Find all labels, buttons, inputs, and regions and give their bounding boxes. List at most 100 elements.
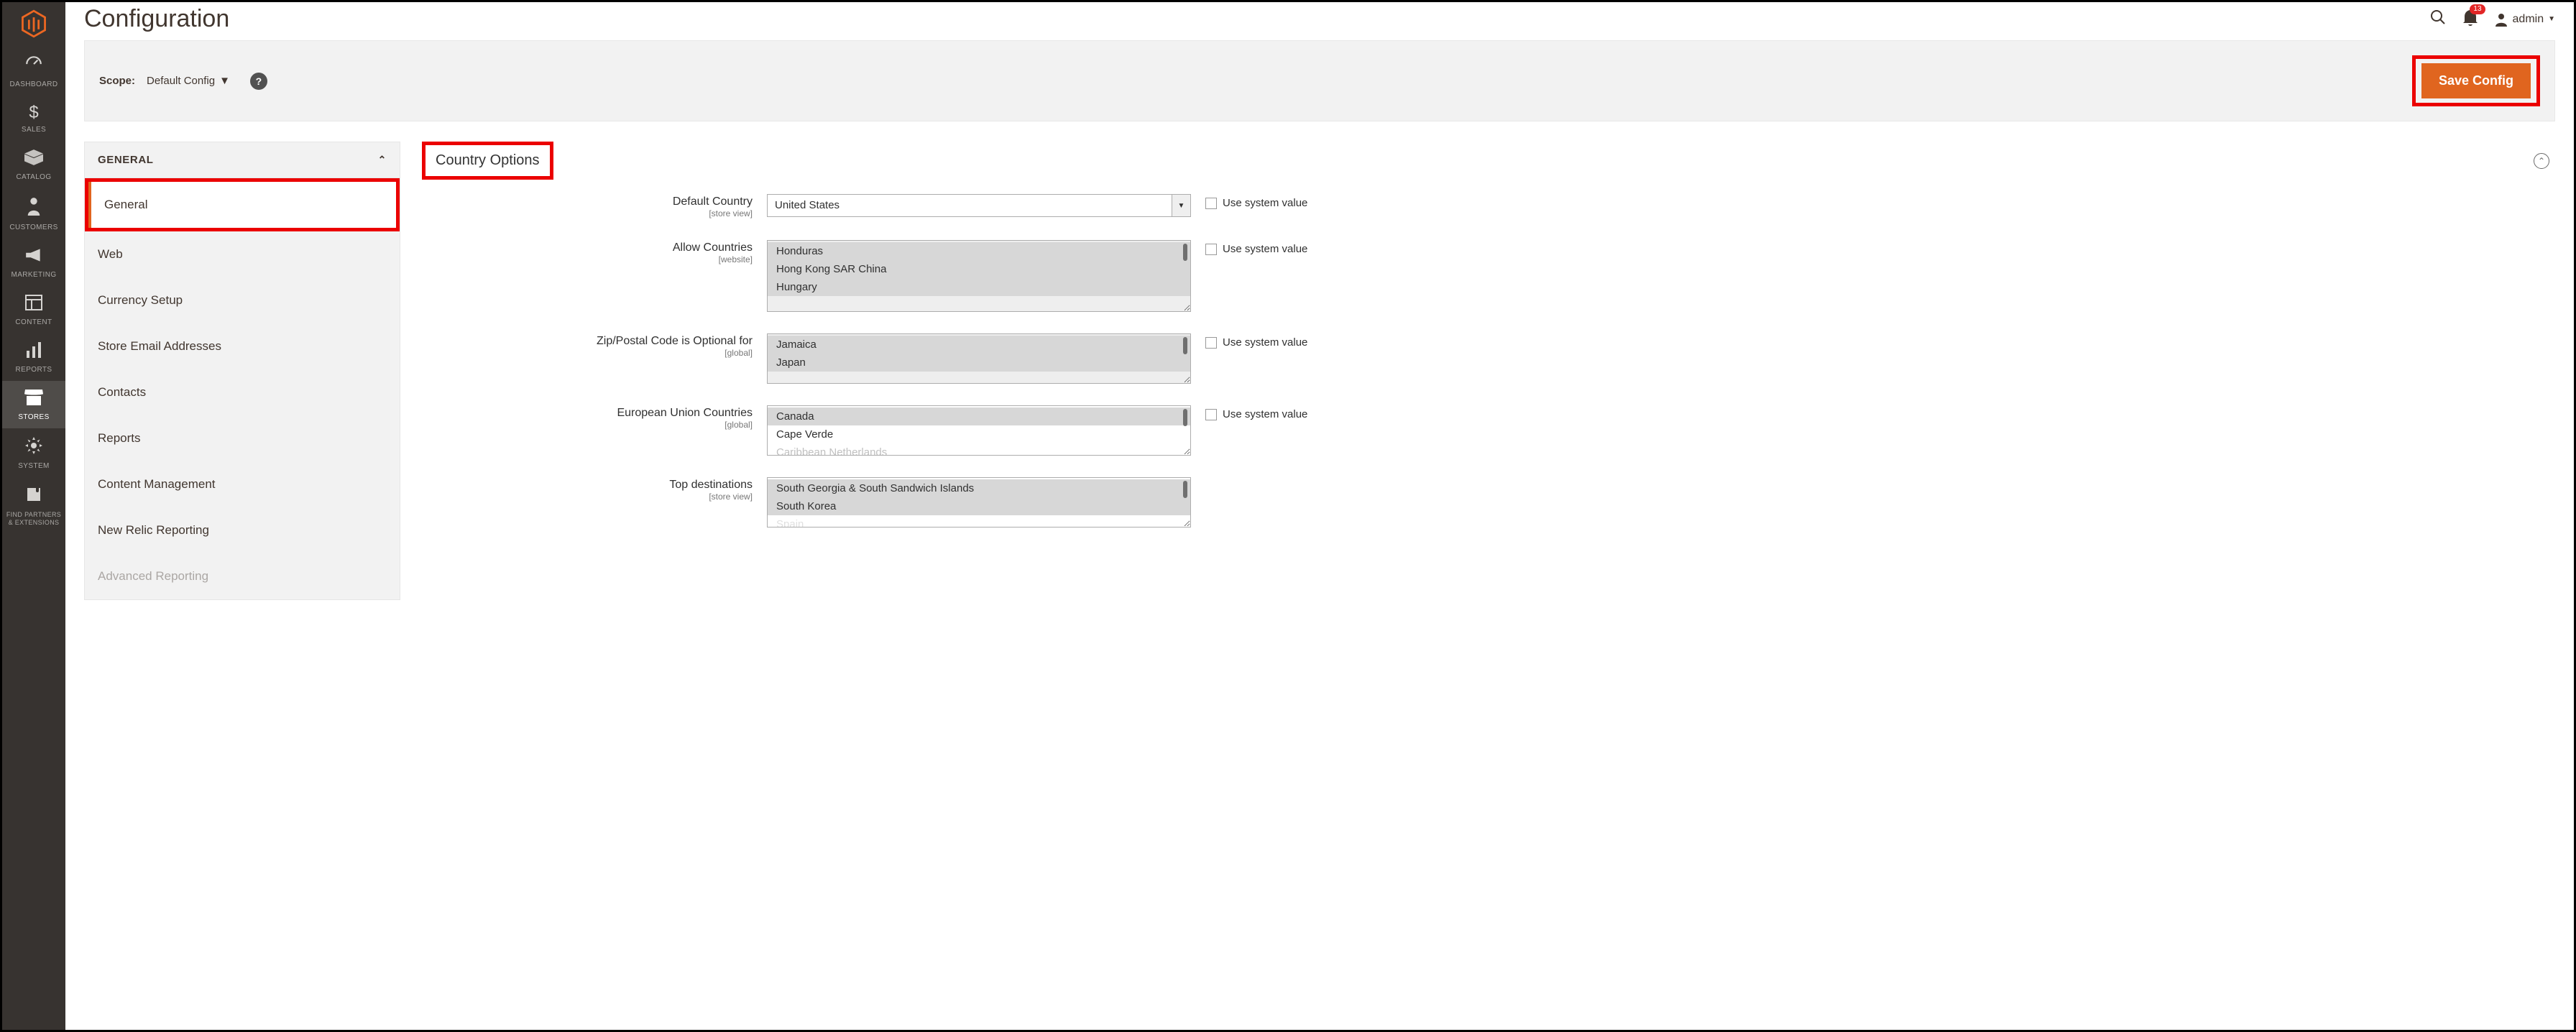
use-system-eu-countries[interactable]: Use system value	[1205, 405, 1349, 420]
allow-countries-multiselect[interactable]: Honduras Hong Kong SAR China Hungary	[767, 240, 1191, 312]
page-header: Configuration 13 admin ▼	[84, 2, 2555, 36]
scope-help-icon[interactable]: ?	[250, 73, 267, 90]
nav-marketing[interactable]: MARKETING	[2, 239, 65, 286]
use-system-allow-countries[interactable]: Use system value	[1205, 240, 1349, 255]
field-control: Jamaica Japan	[767, 333, 1191, 384]
use-system-default-country[interactable]: Use system value	[1205, 194, 1349, 209]
nav-content[interactable]: CONTENT	[2, 286, 65, 333]
checkbox-icon	[1205, 198, 1217, 209]
list-item[interactable]: South Georgia & South Sandwich Islands	[768, 479, 1190, 497]
use-system-label: Use system value	[1223, 197, 1307, 209]
collapse-button[interactable]: ⌃	[2534, 153, 2549, 169]
field-label: Default Country [store view]	[422, 194, 753, 218]
nav-system[interactable]: SYSTEM	[2, 428, 65, 477]
field-control: United States ▼	[767, 194, 1191, 217]
magento-logo-icon	[19, 9, 48, 38]
field-control: Honduras Hong Kong SAR China Hungary	[767, 240, 1191, 312]
user-icon	[2494, 12, 2508, 27]
nav-stores[interactable]: STORES	[2, 381, 65, 428]
eu-countries-multiselect[interactable]: Canada Cape Verde Caribbean Netherlands	[767, 405, 1191, 456]
nav-label-customers: CUSTOMERS	[9, 224, 58, 231]
section-general-highlight: General	[85, 178, 400, 231]
search-icon	[2429, 9, 2447, 26]
fieldset-body: Default Country [store view] United Stat…	[422, 194, 2549, 527]
field-label: Allow Countries [website]	[422, 240, 753, 264]
field-label: Zip/Postal Code is Optional for [global]	[422, 333, 753, 358]
list-item[interactable]: Honduras	[768, 242, 1190, 260]
list-item[interactable]: Japan	[768, 354, 1190, 372]
list-item[interactable]: Spain	[768, 515, 1190, 527]
section-item-web[interactable]: Web	[85, 231, 400, 277]
user-menu[interactable]: admin ▼	[2494, 12, 2555, 27]
nav-reports[interactable]: REPORTS	[2, 333, 65, 381]
nav-label-stores: STORES	[18, 413, 49, 421]
list-item[interactable]: Caribbean Netherlands	[768, 443, 1190, 456]
chevron-up-icon: ⌃	[378, 154, 387, 166]
notifications-button[interactable]: 13	[2462, 9, 2478, 30]
section-item-advanced-reporting[interactable]: Advanced Reporting	[85, 553, 400, 599]
scope-select[interactable]: Default Config ▼	[147, 75, 230, 87]
notif-badge: 13	[2470, 4, 2485, 14]
list-item[interactable]: Canada	[768, 407, 1190, 425]
user-name: admin	[2513, 13, 2544, 26]
section-item-contacts[interactable]: Contacts	[85, 369, 400, 415]
nav-customers[interactable]: CUSTOMERS	[2, 188, 65, 239]
nav-label-dashboard: DASHBOARD	[10, 80, 58, 88]
field-label-text: Allow Countries	[422, 241, 753, 254]
scope-value: Default Config	[147, 75, 215, 87]
list-item[interactable]: Hungary	[768, 278, 1190, 296]
use-system-zip-optional[interactable]: Use system value	[1205, 333, 1349, 349]
nav-sales[interactable]: $ SALES	[2, 96, 65, 141]
page-title: Configuration	[84, 5, 229, 33]
section-item-general[interactable]: General	[88, 182, 396, 228]
section-item-currency[interactable]: Currency Setup	[85, 277, 400, 323]
section-group-general[interactable]: GENERAL ⌃	[84, 142, 400, 178]
nav-partners[interactable]: FIND PARTNERS & EXTENSIONS	[2, 477, 65, 534]
chevron-down-icon: ▼	[1172, 195, 1190, 216]
section-group-label: GENERAL	[98, 154, 154, 166]
list-item[interactable]: Hong Kong SAR China	[768, 260, 1190, 278]
puzzle-icon	[25, 486, 42, 507]
fieldset-country-options[interactable]: Country Options	[422, 142, 553, 180]
section-item-store-email[interactable]: Store Email Addresses	[85, 323, 400, 369]
scrollbar-thumb[interactable]	[1183, 409, 1187, 426]
nav-dashboard[interactable]: DASHBOARD	[2, 45, 65, 96]
checkbox-icon	[1205, 337, 1217, 349]
nav-label-sales: SALES	[22, 126, 46, 134]
scrollbar-thumb[interactable]	[1183, 244, 1187, 261]
gear-icon	[25, 437, 42, 458]
save-config-button[interactable]: Save Config	[2421, 63, 2531, 98]
scope-bar: Scope: Default Config ▼ ? Save Config	[84, 40, 2555, 121]
list-item[interactable]: Jamaica	[768, 336, 1190, 354]
field-row-top-destinations: Top destinations [store view] South Geor…	[422, 477, 2549, 527]
scrollbar-thumb[interactable]	[1183, 481, 1187, 498]
field-scope: [global]	[422, 348, 753, 358]
default-country-select[interactable]: United States ▼	[767, 194, 1191, 217]
list-item[interactable]: South Korea	[768, 497, 1190, 515]
list-item[interactable]: Cape Verde	[768, 425, 1190, 443]
scrollbar-thumb[interactable]	[1183, 337, 1187, 354]
dollar-icon: $	[29, 104, 38, 121]
save-highlight: Save Config	[2412, 55, 2540, 106]
checkbox-icon	[1205, 409, 1217, 420]
field-row-eu-countries: European Union Countries [global] Canada…	[422, 405, 2549, 456]
select-value: United States	[768, 195, 1172, 216]
config-content: GENERAL ⌃ General Web Currency Setup Sto…	[84, 142, 2555, 1030]
nav-catalog[interactable]: CATALOG	[2, 141, 65, 188]
nav-label-content: CONTENT	[15, 318, 52, 326]
section-item-newrelic[interactable]: New Relic Reporting	[85, 507, 400, 553]
config-sections-panel: GENERAL ⌃ General Web Currency Setup Sto…	[84, 142, 400, 1030]
search-button[interactable]	[2429, 9, 2447, 30]
top-destinations-multiselect[interactable]: South Georgia & South Sandwich Islands S…	[767, 477, 1191, 527]
magento-logo[interactable]	[2, 2, 65, 45]
section-item-reports[interactable]: Reports	[85, 415, 400, 461]
zip-optional-multiselect[interactable]: Jamaica Japan	[767, 333, 1191, 384]
chart-icon	[25, 342, 42, 361]
field-scope: [website]	[422, 254, 753, 264]
field-row-zip-optional: Zip/Postal Code is Optional for [global]…	[422, 333, 2549, 384]
section-item-content-mgmt[interactable]: Content Management	[85, 461, 400, 507]
chevron-down-icon: ▼	[219, 75, 230, 87]
person-icon	[26, 197, 42, 219]
nav-label-marketing: MARKETING	[11, 271, 56, 279]
fieldset-header-row: Country Options ⌃	[422, 142, 2549, 180]
